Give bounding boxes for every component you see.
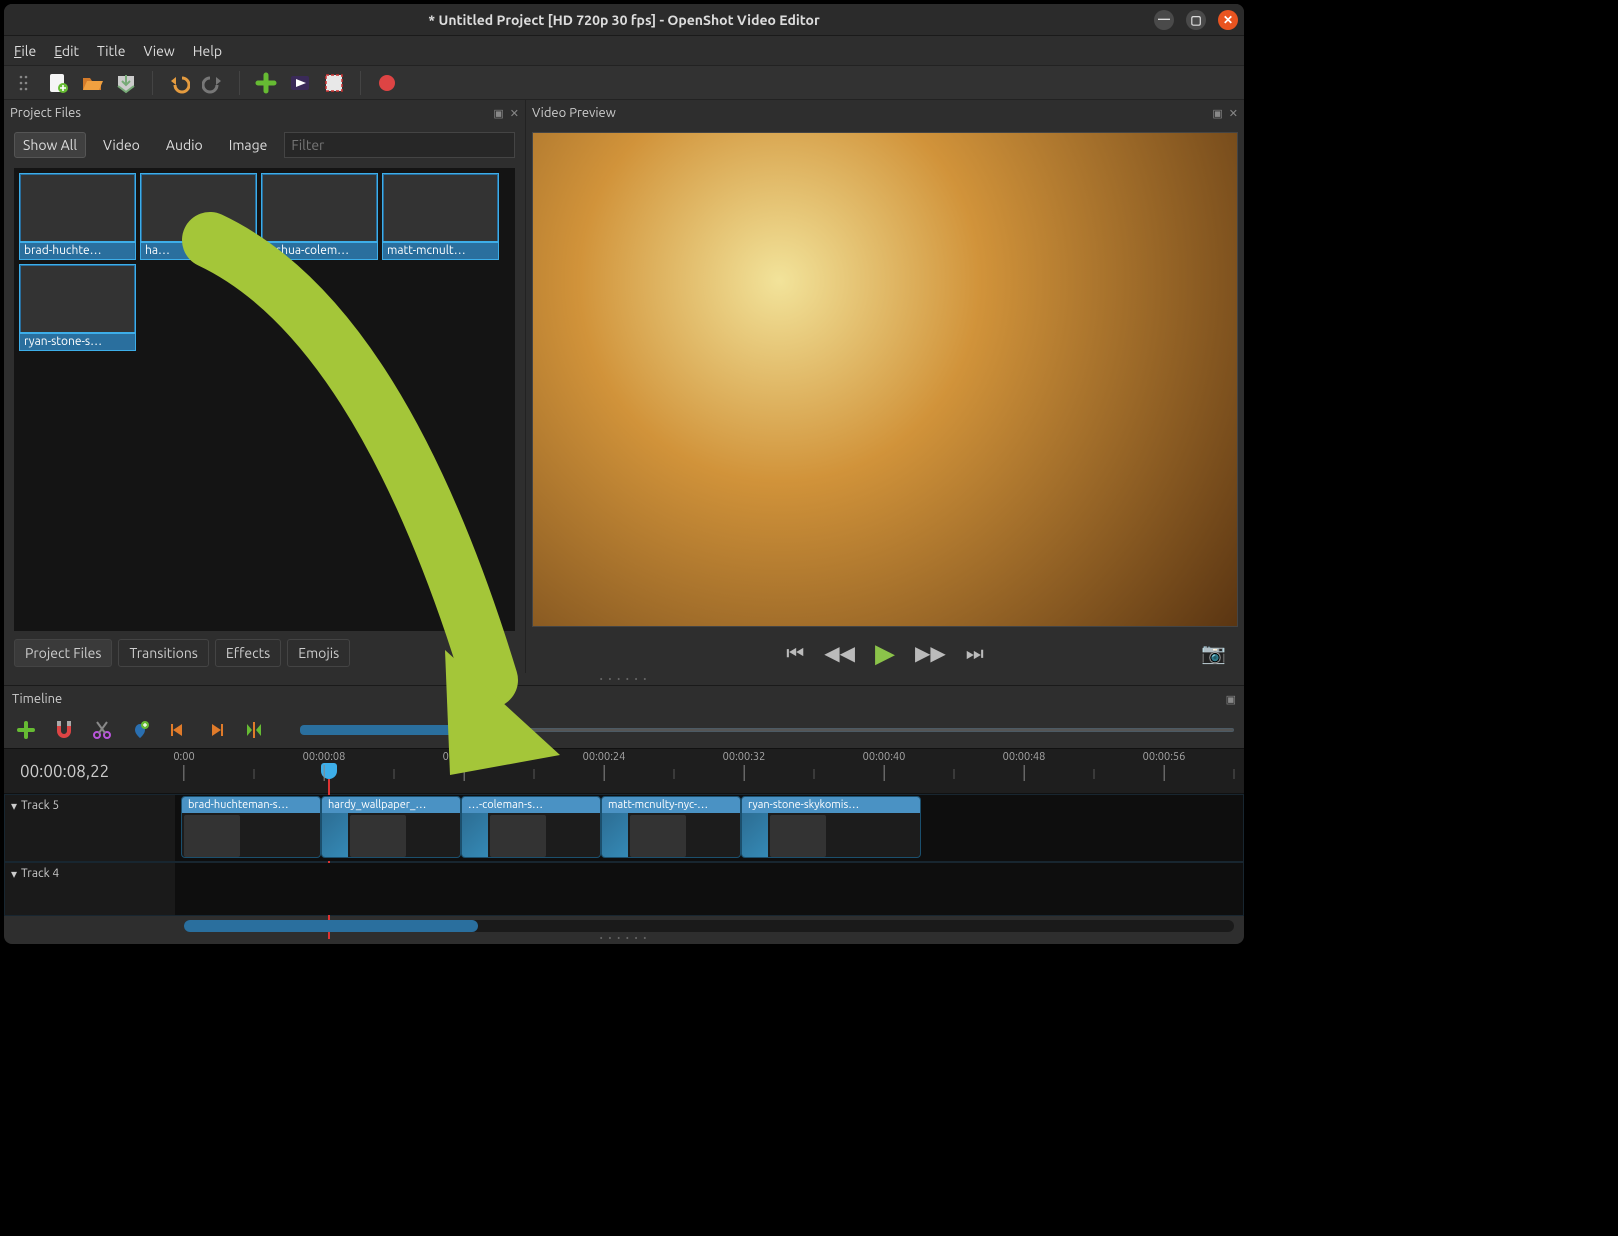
filter-image[interactable]: Image [220,132,277,158]
tab-transitions[interactable]: Transitions [118,639,208,667]
play-button[interactable]: ▶ [875,638,895,669]
ruler-tick: 00:00:56 [1143,751,1186,781]
tab-emojis[interactable]: Emojis [287,639,350,667]
timecode-display[interactable]: 00:00:08,22 [4,749,174,793]
ruler-tick: 0:00 [173,751,194,781]
project-files-pane: Project Files ▣ ✕ Show All Video Audio I… [4,100,526,673]
redo-icon[interactable] [201,71,225,95]
open-project-icon[interactable] [80,71,104,95]
track-body[interactable] [175,863,1243,915]
video-preview-title: Video Preview [532,106,616,120]
next-marker-icon[interactable] [204,718,228,742]
ruler-tick: 00:00:16 [443,751,486,781]
close-pane-icon[interactable]: ✕ [510,107,519,120]
project-files-grid[interactable]: brad-huchte… ha… joshua-colem… matt-mcnu… [14,168,515,631]
project-files-title: Project Files [10,106,81,120]
tab-project-files[interactable]: Project Files [14,639,112,667]
clip[interactable]: matt-mcnulty-nyc-… [601,796,741,858]
track-body[interactable]: brad-huchteman-s… hardy_wallpaper_… …-co… [175,795,1243,861]
chevron-down-icon: ▾ [11,867,17,881]
import-files-icon[interactable] [254,71,278,95]
filter-input[interactable] [284,132,515,158]
timeline-scrollbar[interactable] [184,920,1234,932]
main-toolbar [4,66,1244,100]
minimize-button[interactable]: — [1154,10,1174,30]
prev-marker-icon[interactable] [166,718,190,742]
detach-icon[interactable]: ▣ [493,107,503,120]
add-track-icon[interactable] [14,718,38,742]
razor-icon[interactable] [90,718,114,742]
menu-title[interactable]: Title [97,43,125,59]
fast-forward-button[interactable]: ▶▶ [915,641,946,665]
file-thumbnail[interactable]: ha… [141,174,256,259]
video-preview-canvas[interactable] [532,132,1238,627]
file-thumbnail[interactable]: brad-huchte… [20,174,135,259]
clip[interactable]: ryan-stone-skykomis… [741,796,921,858]
titlebar: * Untitled Project [HD 720p 30 fps] - Op… [4,4,1244,36]
close-button[interactable]: ✕ [1218,10,1238,30]
timeline-title: Timeline [12,692,62,706]
ruler-tick: 00:00:40 [863,751,906,781]
export-icon[interactable] [375,71,399,95]
menu-file[interactable]: File [14,43,36,59]
close-preview-icon[interactable]: ✕ [1229,107,1238,120]
undo-icon[interactable] [167,71,191,95]
maximize-button[interactable]: ▢ [1186,10,1206,30]
fullscreen-icon[interactable] [322,71,346,95]
playback-controls: ⏮ ◀◀ ▶ ▶▶ ⏭ 📷 [526,633,1244,673]
menubar: File Edit Title View Help [4,36,1244,66]
ruler-tick: 00:00:32 [723,751,766,781]
timeline-pane: Timeline ▣ [4,685,1244,944]
chevron-down-icon: ▾ [11,799,17,813]
grip-icon [12,71,36,95]
ruler-tick: 00:00:08 [303,751,346,781]
file-thumbnail[interactable]: matt-mcnult… [383,174,498,259]
track-row: ▾ Track 5 brad-huchteman-s… hardy_wallpa… [4,794,1244,862]
ruler-tick: 00:00:48 [1003,751,1046,781]
tab-effects[interactable]: Effects [215,639,281,667]
add-marker-icon[interactable] [128,718,152,742]
detach-preview-icon[interactable]: ▣ [1212,107,1222,120]
track-row: ▾ Track 4 [4,862,1244,916]
timeline-toolbar [4,712,1244,748]
save-project-icon[interactable] [114,71,138,95]
filter-show-all[interactable]: Show All [14,132,86,158]
track-header[interactable]: ▾ Track 5 [5,795,175,861]
snap-icon[interactable] [52,718,76,742]
clip[interactable]: brad-huchteman-s… [181,796,321,858]
filter-audio[interactable]: Audio [157,132,212,158]
window-title: * Untitled Project [HD 720p 30 fps] - Op… [428,12,819,28]
clip[interactable]: …-coleman-s… [461,796,601,858]
video-preview-pane: Video Preview ▣ ✕ ⏮ ◀◀ ▶ ▶▶ ⏭ 📷 [526,100,1244,673]
track-header[interactable]: ▾ Track 4 [5,863,175,915]
detach-timeline-icon[interactable]: ▣ [1226,693,1236,706]
menu-view[interactable]: View [143,43,174,59]
file-thumbnail[interactable]: ryan-stone-s… [20,265,135,350]
center-playhead-icon[interactable] [242,718,266,742]
menu-edit[interactable]: Edit [54,43,79,59]
file-thumbnail[interactable]: joshua-colem… [262,174,377,259]
main-split: Project Files ▣ ✕ Show All Video Audio I… [4,100,1244,673]
project-panel-tabs: Project Files Transitions Effects Emojis [4,635,525,673]
timeline-ruler[interactable]: 0:00 00:00:08 00:00:16 00:00:24 00:00:32 00:0… [174,749,1244,793]
rewind-button[interactable]: ◀◀ [824,641,855,665]
snapshot-button[interactable]: 📷 [1201,641,1226,665]
ruler-tick: 00:00:24 [583,751,626,781]
filter-video[interactable]: Video [94,132,149,158]
skip-to-end-button[interactable]: ⏭ [966,641,984,665]
project-files-filter-row: Show All Video Audio Image [4,126,525,164]
clip[interactable]: hardy_wallpaper_… [321,796,461,858]
timeline-zoom-slider[interactable] [300,723,1234,737]
menu-help[interactable]: Help [193,43,222,59]
skip-to-start-button[interactable]: ⏮ [786,641,804,665]
new-project-icon[interactable] [46,71,70,95]
app-window: * Untitled Project [HD 720p 30 fps] - Op… [4,4,1244,944]
profile-icon[interactable] [288,71,312,95]
